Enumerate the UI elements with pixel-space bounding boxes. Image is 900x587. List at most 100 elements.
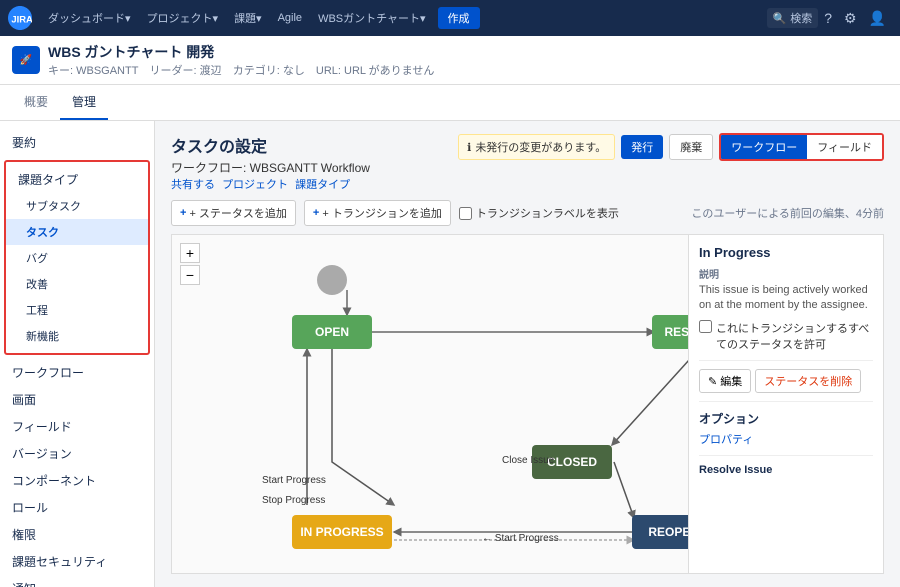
show-labels-input[interactable] bbox=[459, 207, 472, 220]
label-start-progress-2: ← Start Progress bbox=[482, 533, 559, 544]
sidebar-item-issue-type[interactable]: 課題タイプ bbox=[6, 166, 148, 193]
nav-projects[interactable]: プロジェクト▾ bbox=[139, 10, 227, 26]
header-right: ℹ 未発行の変更があります。 発行 廃棄 ワークフロー フィールド bbox=[458, 133, 884, 161]
info-icon: ℹ bbox=[467, 141, 471, 154]
workflow-label: ワークフロー: WBSGANTT Workflow bbox=[171, 159, 370, 176]
panel-desc-text: This issue is being actively worked on a… bbox=[699, 283, 873, 314]
project-title: WBS ガントチャート 開発 bbox=[48, 42, 442, 62]
page-title: タスクの設定 bbox=[171, 133, 370, 157]
last-edited-text: このユーザーによる前回の編集、4分前 bbox=[691, 205, 884, 221]
sidebar-item-bug[interactable]: バグ bbox=[6, 245, 148, 271]
project-key: キー: WBSGANTT bbox=[48, 65, 138, 77]
sidebar-item-issue-security[interactable]: 課題セキュリティ bbox=[0, 548, 154, 575]
sidebar-item-summary[interactable]: 要約 bbox=[0, 129, 154, 156]
add-status-button[interactable]: + + ステータスを追加 bbox=[171, 200, 296, 226]
tab-field[interactable]: フィールド bbox=[807, 135, 882, 159]
project-icon: 🚀 bbox=[12, 46, 40, 74]
panel-divider-1 bbox=[699, 360, 873, 361]
search-box[interactable]: 🔍 検索 bbox=[767, 8, 819, 28]
subnav-overview[interactable]: 概要 bbox=[12, 85, 60, 120]
all-status-checkbox[interactable] bbox=[699, 320, 712, 333]
subnav-admin[interactable]: 管理 bbox=[60, 85, 108, 120]
svg-text:JIRA: JIRA bbox=[11, 13, 32, 24]
sidebar-item-component[interactable]: コンポーネント bbox=[0, 467, 154, 494]
nav-dashboard[interactable]: ダッシュボード▾ bbox=[40, 10, 139, 26]
top-navigation: JIRA ダッシュボード▾ プロジェクト▾ 課題▾ Agile WBSガントチャ… bbox=[0, 0, 900, 36]
sidebar-item-screen[interactable]: 画面 bbox=[0, 386, 154, 413]
discard-button[interactable]: 廃棄 bbox=[669, 134, 713, 160]
panel-option-title: オプション bbox=[699, 410, 873, 427]
nav-agile[interactable]: Agile bbox=[270, 12, 310, 24]
search-label: 検索 bbox=[790, 10, 812, 26]
sidebar-item-version[interactable]: バージョン bbox=[0, 440, 154, 467]
jira-logo: JIRA bbox=[8, 6, 32, 30]
zoom-out-button[interactable]: − bbox=[180, 265, 200, 285]
shared-project-link[interactable]: プロジェクト bbox=[222, 179, 288, 191]
workflow-start-node bbox=[317, 265, 347, 295]
zoom-in-button[interactable]: + bbox=[180, 243, 200, 263]
add-transition-label: + トランジションを追加 bbox=[322, 205, 441, 221]
panel-divider-2 bbox=[699, 401, 873, 402]
label-close-issue: Close Issue bbox=[502, 455, 554, 466]
sidebar-item-notification[interactable]: 通知 bbox=[0, 575, 154, 587]
panel-actions: ✎ 編集 ステータスを削除 bbox=[699, 369, 873, 393]
main-content: タスクの設定 ワークフロー: WBSGANTT Workflow 共有する プロ… bbox=[155, 121, 900, 587]
sub-navigation: 概要 管理 bbox=[0, 85, 900, 121]
property-link[interactable]: プロパティ bbox=[699, 431, 873, 447]
shared-links[interactable]: 共有する プロジェクト 課題タイプ bbox=[171, 176, 370, 192]
content-header: タスクの設定 ワークフロー: WBSGANTT Workflow 共有する プロ… bbox=[171, 133, 884, 192]
node-closed-label: CLOSED bbox=[547, 455, 597, 469]
shared-issue-type-link[interactable]: 課題タイプ bbox=[295, 179, 350, 191]
sidebar-item-task[interactable]: タスク bbox=[6, 219, 148, 245]
workflow-toolbar: + + ステータスを追加 + + トランジションを追加 トランジションラベルを表… bbox=[171, 200, 884, 226]
node-resolved-label: RESOLVED bbox=[664, 325, 689, 339]
label-start-progress: Start Progress bbox=[262, 475, 326, 486]
workflow-node-open[interactable]: OPEN bbox=[292, 315, 372, 349]
sidebar-item-permission[interactable]: 権限 bbox=[0, 521, 154, 548]
help-button[interactable]: ? bbox=[818, 10, 838, 26]
panel-divider-3 bbox=[699, 455, 873, 456]
zoom-controls: + − bbox=[180, 243, 200, 285]
sidebar-item-new-feature[interactable]: 新機能 bbox=[6, 323, 148, 349]
all-status-label: これにトランジションするすべてのステータスを許可 bbox=[716, 320, 873, 352]
panel-desc-label: 説明 bbox=[699, 266, 873, 281]
plus-icon-2: + bbox=[313, 207, 319, 219]
tab-workflow[interactable]: ワークフロー bbox=[721, 135, 807, 159]
panel-resolve-title: Resolve Issue bbox=[699, 464, 873, 476]
workflow-arrows bbox=[172, 235, 688, 573]
publish-button[interactable]: 発行 bbox=[621, 135, 663, 159]
canvas-area[interactable]: + − bbox=[171, 234, 689, 574]
sidebar-item-field[interactable]: フィールド bbox=[0, 413, 154, 440]
project-url: URL: URL がありません bbox=[316, 65, 434, 77]
view-tab-buttons: ワークフロー フィールド bbox=[719, 133, 884, 161]
sidebar: 要約 課題タイプ サブタスク タスク バグ 改善 工程 新機能 ワークフロー 画… bbox=[0, 121, 155, 587]
show-labels-checkbox[interactable]: トランジションラベルを表示 bbox=[459, 205, 619, 221]
sidebar-item-improvement[interactable]: 改善 bbox=[6, 271, 148, 297]
main-layout: 要約 課題タイプ サブタスク タスク バグ 改善 工程 新機能 ワークフロー 画… bbox=[0, 121, 900, 587]
delete-status-button[interactable]: ステータスを削除 bbox=[755, 369, 861, 393]
panel-checkbox[interactable]: これにトランジションするすべてのステータスを許可 bbox=[699, 320, 873, 352]
workflow-node-in-progress[interactable]: IN PROGRESS bbox=[292, 515, 392, 549]
pending-text: 未発行の変更があります。 bbox=[475, 139, 606, 155]
workflow-node-resolved[interactable]: RESOLVED bbox=[652, 315, 689, 349]
workflow-node-reopened[interactable]: REOPENED bbox=[632, 515, 689, 549]
sidebar-item-role[interactable]: ロール bbox=[0, 494, 154, 521]
show-labels-label: トランジションラベルを表示 bbox=[476, 205, 619, 221]
project-category: カテゴリ: なし bbox=[233, 65, 305, 77]
user-button[interactable]: 👤 bbox=[863, 10, 892, 27]
shared-label: 共有する bbox=[171, 179, 215, 191]
add-transition-button[interactable]: + + トランジションを追加 bbox=[304, 200, 451, 226]
project-bar: 🚀 WBS ガントチャート 開発 キー: WBSGANTT リーダー: 渡辺 カ… bbox=[0, 36, 900, 85]
label-stop-progress: Stop Progress bbox=[262, 495, 325, 506]
edit-button[interactable]: ✎ 編集 bbox=[699, 369, 751, 393]
search-icon: 🔍 bbox=[773, 12, 787, 25]
sidebar-item-workflow[interactable]: ワークフロー bbox=[0, 359, 154, 386]
sidebar-item-process[interactable]: 工程 bbox=[6, 297, 148, 323]
sidebar-item-subtask[interactable]: サブタスク bbox=[6, 193, 148, 219]
nav-issues[interactable]: 課題▾ bbox=[226, 10, 270, 26]
project-meta: キー: WBSGANTT リーダー: 渡辺 カテゴリ: なし URL: URL … bbox=[48, 62, 442, 78]
plus-icon: + bbox=[180, 207, 186, 219]
nav-wbs[interactable]: WBSガントチャート▾ bbox=[310, 10, 433, 26]
create-button[interactable]: 作成 bbox=[438, 7, 480, 29]
settings-button[interactable]: ⚙ bbox=[838, 10, 863, 27]
